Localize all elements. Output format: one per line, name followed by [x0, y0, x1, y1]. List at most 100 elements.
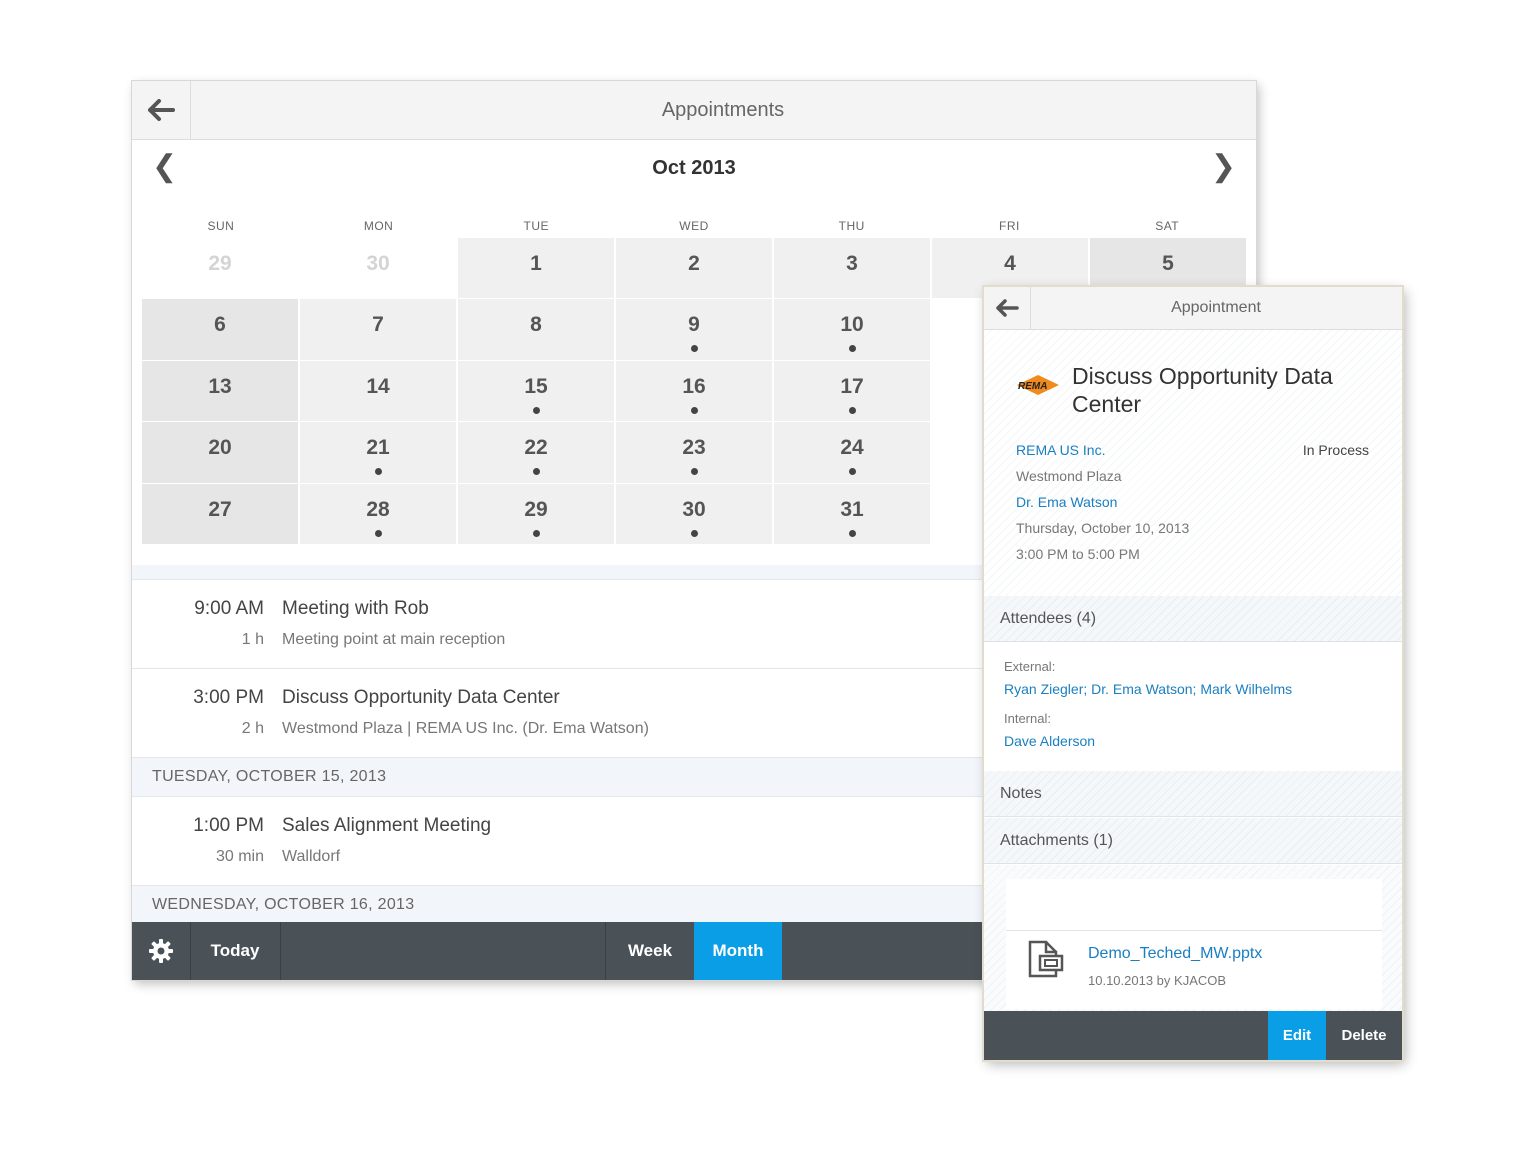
calendar-day[interactable]: 31: [774, 483, 930, 544]
status-label: In Process: [1302, 442, 1369, 458]
appointment-subject: Discuss Opportunity Data Center: [282, 687, 560, 708]
appointment-indicator: [690, 468, 698, 476]
back-button[interactable]: [132, 81, 191, 139]
month-navigator: ❮ Oct 2013 ❯: [132, 140, 1256, 200]
calendar-day[interactable]: 21: [300, 422, 456, 483]
chevron-right-icon[interactable]: ❯: [1211, 152, 1236, 182]
day-number: 4: [1004, 252, 1016, 275]
calendar-day[interactable]: 28: [300, 483, 456, 544]
appointments-header: Appointments: [132, 81, 1256, 140]
day-number: 7: [372, 313, 384, 337]
gear-icon: [149, 939, 173, 963]
appointment-indicator: [848, 345, 856, 353]
day-number: 2: [688, 252, 700, 275]
day-number: 3: [846, 252, 858, 275]
detail-toolbar: Edit Delete: [984, 1011, 1402, 1060]
calendar-day[interactable]: 14: [300, 360, 456, 422]
today-button[interactable]: Today: [191, 922, 279, 980]
calendar-day[interactable]: 17: [774, 360, 930, 422]
weekday-label: MON: [363, 219, 394, 233]
day-number: 13: [208, 374, 232, 398]
calendar-day[interactable]: 3: [774, 238, 930, 299]
attendees-section-header[interactable]: Attendees (4): [984, 596, 1402, 642]
calendar-day[interactable]: 27: [142, 483, 298, 544]
page-title: Appointments: [661, 99, 785, 121]
delete-button[interactable]: Delete: [1328, 1011, 1400, 1060]
day-number: 17: [840, 374, 864, 398]
calendar-day[interactable]: 22: [458, 422, 614, 483]
day-number: 20: [208, 436, 232, 460]
appointment-indicator: [374, 468, 382, 476]
calendar-day[interactable]: 2: [616, 238, 772, 299]
attachments-section-header[interactable]: Attachments (1): [984, 818, 1402, 864]
time-text: 3:00 PM to 5:00 PM: [1016, 546, 1140, 562]
day-number: 1: [530, 252, 542, 275]
weekday-header: SUN MON TUE WED THU FRI SAT: [142, 219, 1246, 237]
appointment-duration: 30 min: [215, 848, 264, 865]
appointment-time: 1:00 PM: [193, 815, 264, 836]
back-button[interactable]: [984, 287, 1031, 329]
appointment-detail-panel: Appointment REMA Discuss Opportunity Dat…: [984, 287, 1402, 1060]
day-number: 14: [366, 374, 390, 398]
calendar-day[interactable]: 30: [300, 238, 456, 299]
calendar-day[interactable]: 10: [774, 299, 930, 360]
edit-button[interactable]: Edit: [1268, 1011, 1326, 1060]
weekday-label: THU: [838, 219, 865, 233]
day-number: 5: [1162, 252, 1174, 275]
appointment-indicator: [690, 406, 698, 414]
contact-link[interactable]: Dr. Ema Watson: [1016, 494, 1117, 510]
day-number: 15: [524, 374, 548, 398]
weekday-label: FRI: [999, 219, 1020, 233]
calendar-day[interactable]: 29: [142, 238, 298, 299]
month-button[interactable]: Month: [694, 922, 782, 980]
weekday-label: WED: [679, 219, 709, 233]
internal-label: Internal:: [1004, 711, 1051, 726]
calendar-day[interactable]: 20: [142, 422, 298, 483]
external-label: External:: [1004, 659, 1056, 674]
weekday-label: SAT: [1155, 219, 1180, 233]
settings-button[interactable]: [132, 922, 190, 980]
attachment-name[interactable]: Demo_Teched_MW.pptx: [1088, 945, 1262, 963]
day-number: 16: [682, 374, 706, 398]
day-number: 24: [840, 436, 864, 460]
appointment-subject: Discuss Opportunity Data Center: [1072, 363, 1333, 417]
day-number: 6: [214, 313, 226, 337]
calendar-day[interactable]: 8: [458, 299, 614, 360]
appointment-indicator: [848, 406, 856, 414]
calendar-day[interactable]: 13: [142, 360, 298, 422]
attachments-list: Demo_Teched_MW.pptx 10.10.2013 by KJACOB: [984, 865, 1402, 1011]
week-button[interactable]: Week: [606, 922, 694, 980]
notes-section-header[interactable]: Notes: [984, 771, 1402, 817]
appointment-indicator: [374, 529, 382, 537]
day-number: 10: [840, 313, 864, 337]
appointment-indicator: [848, 468, 856, 476]
calendar-day[interactable]: 23: [616, 422, 772, 483]
calendar-day[interactable]: 24: [774, 422, 930, 483]
calendar-day[interactable]: 16: [616, 360, 772, 422]
day-number: 27: [208, 497, 232, 521]
arrow-left-icon: [148, 99, 175, 121]
appointment-location: Westmond Plaza | REMA US Inc. (Dr. Ema W…: [282, 720, 649, 737]
internal-attendees[interactable]: Dave Alderson: [1004, 733, 1095, 749]
day-number: 21: [366, 436, 390, 460]
detail-header: Appointment: [984, 287, 1402, 330]
appointment-subject: Meeting with Rob: [282, 598, 429, 619]
external-attendees[interactable]: Ryan Ziegler; Dr. Ema Watson; Mark Wilhe…: [1004, 681, 1292, 697]
calendar-day[interactable]: 15: [458, 360, 614, 422]
day-number: 29: [524, 497, 548, 521]
date-text: Thursday, October 10, 2013: [1016, 520, 1190, 536]
account-link[interactable]: REMA US Inc.: [1016, 442, 1105, 458]
calendar-day[interactable]: 9: [616, 299, 772, 360]
day-number: 30: [682, 497, 706, 521]
day-number: 30: [366, 252, 390, 275]
appointment-time: 9:00 AM: [194, 598, 264, 619]
detail-title: Appointment: [1171, 299, 1261, 316]
appointment-location: Walldorf: [282, 848, 341, 865]
location-text: Westmond Plaza: [1016, 468, 1122, 484]
calendar-day[interactable]: 7: [300, 299, 456, 360]
day-number: 31: [840, 497, 864, 521]
calendar-day[interactable]: 1: [458, 238, 614, 299]
calendar-day[interactable]: 6: [142, 299, 298, 360]
calendar-day[interactable]: 30: [616, 483, 772, 544]
calendar-day[interactable]: 29: [458, 483, 614, 544]
